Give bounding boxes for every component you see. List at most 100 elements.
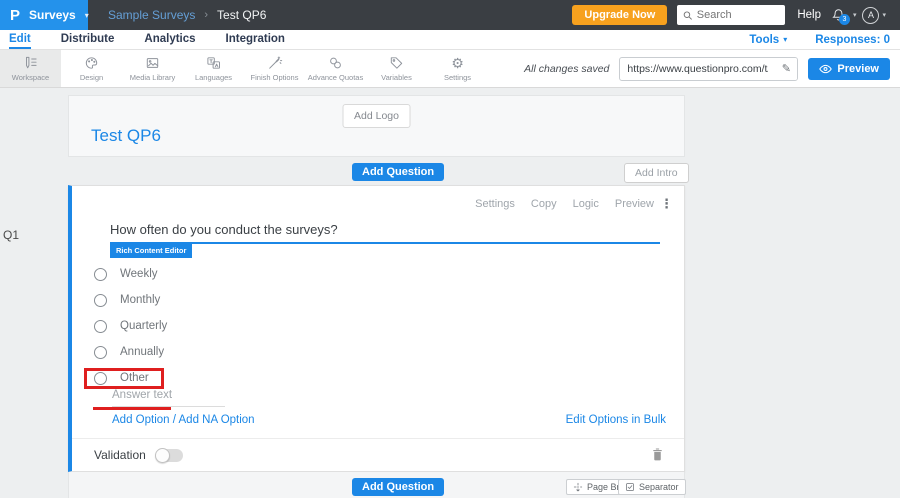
validation-toggle[interactable] (154, 447, 183, 463)
kebab-menu-icon[interactable]: ⋮ (660, 196, 673, 212)
option-label[interactable]: Quarterly (120, 320, 167, 332)
tool-design[interactable]: Design (61, 50, 122, 87)
pencil-icon: ✎ (781, 63, 792, 75)
option-label[interactable]: Annually (120, 346, 164, 358)
preview-button[interactable]: Preview (808, 57, 890, 80)
validation-label: Validation (94, 448, 146, 462)
tab-integration[interactable]: Integration (226, 30, 285, 49)
tools-menu-label: Tools (749, 33, 780, 46)
tool-advance-quotas[interactable]: Advance Quotas (305, 50, 366, 87)
tab-edit[interactable]: Edit (9, 30, 31, 49)
add-question-bottom-button[interactable]: Add Question (352, 478, 445, 496)
responses-link[interactable]: Responses: 0 (815, 34, 890, 46)
breadcrumb: Sample Surveys › Test QP6 (108, 8, 266, 22)
survey-header-card: Add Logo Test QP6 (68, 95, 685, 157)
option-row: Quarterly (94, 313, 167, 339)
translate-icon: A (207, 57, 220, 69)
avatar[interactable]: A (862, 6, 880, 24)
option-row: Weekly (94, 261, 167, 287)
chain-icon (330, 57, 341, 69)
radio-button[interactable] (94, 319, 107, 333)
tool-workspace[interactable]: Workspace (0, 50, 61, 87)
search-icon (684, 10, 693, 20)
breadcrumb-parent[interactable]: Sample Surveys (108, 8, 195, 22)
tag-icon (390, 57, 403, 69)
page-break-icon (573, 482, 583, 492)
caret-down-icon: ▾ (783, 35, 788, 44)
option-row-other: Other (84, 365, 167, 391)
option-label[interactable]: Monthly (120, 294, 160, 306)
edit-url-button[interactable]: ✎ (775, 57, 798, 80)
question-copy-action[interactable]: Copy (531, 198, 557, 210)
radio-button[interactable] (94, 345, 107, 359)
survey-url-box: ✎ (619, 56, 799, 81)
rich-content-editor-badge[interactable]: Rich Content Editor (110, 244, 193, 258)
tool-media-library[interactable]: Media Library (122, 50, 183, 87)
option-label[interactable]: Weekly (120, 268, 158, 280)
question-number-label: Q1 (3, 228, 20, 242)
question-card: Settings Copy Logic Preview ⋮ How often … (68, 185, 685, 472)
notification-count-badge: 3 (838, 14, 850, 25)
question-settings-action[interactable]: Settings (475, 198, 515, 210)
survey-title[interactable]: Test QP6 (91, 126, 161, 146)
breadcrumb-separator-icon: › (204, 9, 209, 21)
tool-languages[interactable]: A Languages (183, 50, 244, 87)
caret-down-icon: ▾ (84, 10, 89, 20)
tab-distribute[interactable]: Distribute (61, 30, 115, 49)
other-answer-input[interactable] (112, 389, 225, 407)
add-logo-button[interactable]: Add Logo (342, 104, 411, 128)
add-intro-button[interactable]: Add Intro (624, 163, 689, 183)
separator-checkbox-icon (626, 483, 634, 491)
annotation-red-underline (93, 407, 171, 410)
palette-icon (85, 57, 98, 69)
image-icon (146, 58, 159, 68)
workspace-icon (26, 56, 37, 69)
upgrade-button[interactable]: Upgrade Now (572, 5, 668, 25)
question-actions: Settings Copy Logic Preview (475, 198, 654, 210)
wand-icon (269, 56, 283, 69)
question-preview-action[interactable]: Preview (615, 198, 654, 210)
radio-button[interactable] (94, 293, 107, 307)
validation-row: Validation (94, 447, 183, 463)
responses-count: Responses: 0 (815, 33, 890, 46)
add-na-option-link[interactable]: Add NA Option (179, 414, 255, 426)
add-option-link[interactable]: Add Option (112, 414, 170, 426)
breadcrumb-current: Test QP6 (217, 8, 267, 22)
help-link[interactable]: Help (797, 9, 821, 21)
gear-icon: ⚙ (451, 55, 464, 71)
option-row: Annually (94, 339, 167, 365)
product-menu-label: Surveys (29, 8, 76, 22)
save-status: All changes saved (524, 62, 610, 75)
radio-button[interactable] (94, 267, 107, 281)
caret-down-icon: ▾ (882, 12, 886, 19)
tool-settings[interactable]: ⚙ Settings (427, 50, 488, 87)
add-question-top-button[interactable]: Add Question (352, 163, 445, 181)
tools-menu[interactable]: Tools ▾ (749, 34, 787, 46)
top-bar: P Surveys ▾ Sample Surveys › Test QP6 Up… (0, 0, 900, 30)
separator-button[interactable]: Separator (618, 479, 686, 495)
survey-url-input[interactable] (620, 62, 776, 75)
link-separator: / (169, 414, 179, 426)
toggle-knob (154, 447, 170, 463)
edit-options-bulk-link[interactable]: Edit Options in Bulk (566, 414, 666, 426)
survey-editor-canvas: Q1 Add Logo Test QP6 Add Question Add In… (0, 88, 900, 498)
product-menu[interactable]: P Surveys ▾ (0, 0, 89, 30)
tab-analytics[interactable]: Analytics (144, 30, 195, 49)
question-text[interactable]: How often do you conduct the surveys? (110, 222, 338, 237)
trash-icon (653, 448, 662, 461)
option-label[interactable]: Other (120, 372, 149, 384)
radio-button[interactable] (94, 371, 107, 385)
tool-variables[interactable]: Variables (366, 50, 427, 87)
question-logic-action[interactable]: Logic (573, 198, 599, 210)
section-nav: Edit Distribute Analytics Integration To… (0, 30, 900, 50)
delete-question-button[interactable] (651, 447, 664, 465)
notifications-bell[interactable]: 3 (831, 7, 850, 25)
divider (72, 438, 684, 439)
questionpro-logo: P (10, 6, 21, 24)
option-row: Monthly (94, 287, 167, 313)
option-links: Add Option / Add NA Option (112, 414, 255, 426)
tool-finish-options[interactable]: Finish Options (244, 50, 305, 87)
search-box[interactable] (677, 5, 786, 25)
search-input[interactable] (696, 9, 780, 21)
answer-options-list: Weekly Monthly Quarterly Annually Other (84, 261, 167, 391)
